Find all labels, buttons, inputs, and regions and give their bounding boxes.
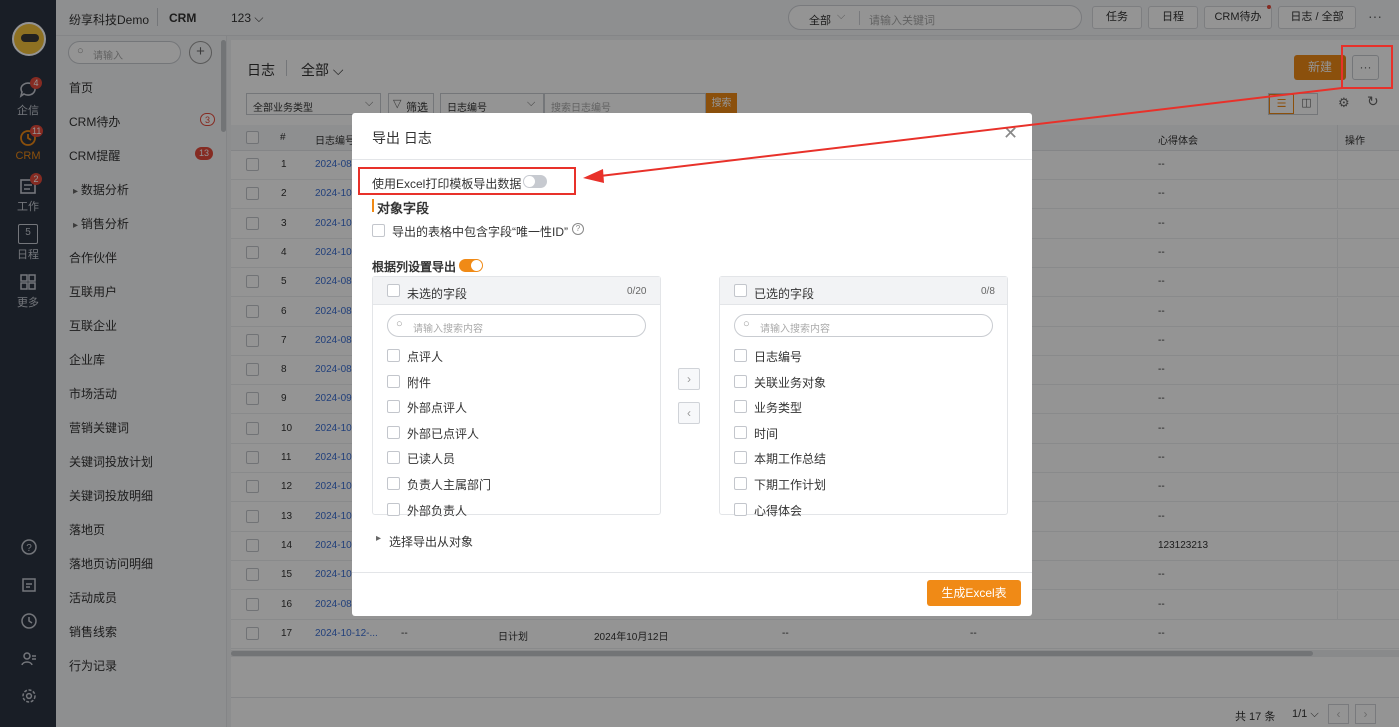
panel-header: 已选的字段 0/8 xyxy=(720,277,1007,305)
selected-search-input[interactable]: ○ 请输入搜索内容 xyxy=(734,314,993,337)
field-option[interactable]: 下期工作计划 xyxy=(734,476,934,492)
unselected-fields-panel: 未选的字段 0/20 ○ 请输入搜索内容 点评人附件外部点评人外部已点评人 已读人… xyxy=(372,276,661,518)
field-option[interactable]: 本期工作总结 xyxy=(734,450,934,466)
field-option[interactable]: 日志编号 xyxy=(734,348,934,364)
field-option[interactable]: 关联业务对象 xyxy=(734,374,934,390)
divider xyxy=(352,572,1032,573)
highlight-box-template-toggle xyxy=(358,167,576,195)
section-title: 对象字段 xyxy=(377,201,430,216)
field-option[interactable]: 点评人 xyxy=(387,348,587,364)
search-icon: ○ xyxy=(743,318,750,330)
help-icon[interactable]: ? xyxy=(572,223,584,235)
sub-object-toggle[interactable]: 选择导出从对象 xyxy=(389,533,473,550)
by-column-toggle[interactable] xyxy=(459,259,483,272)
field-option[interactable]: 外部已点评人 xyxy=(387,425,587,441)
caret-right-icon[interactable]: ▸ xyxy=(376,533,381,544)
unselected-search-input[interactable]: ○ 请输入搜索内容 xyxy=(387,314,646,337)
search-icon: ○ xyxy=(396,318,403,330)
generate-excel-button[interactable]: 生成Excel表 xyxy=(927,580,1021,606)
field-option[interactable]: 附件 xyxy=(387,374,587,390)
field-option[interactable]: 业务类型 xyxy=(734,399,934,415)
field-option[interactable]: 已读人员 xyxy=(387,450,587,466)
panel-header: 未选的字段 0/20 xyxy=(373,277,660,305)
highlight-box-more-button xyxy=(1341,45,1393,89)
select-all-unselected-checkbox[interactable] xyxy=(387,284,400,297)
field-option[interactable]: 心得体会 xyxy=(734,502,934,518)
selected-fields-panel: 已选的字段 0/8 ○ 请输入搜索内容 日志编号关联业务对象 业务类型时间本期工作… xyxy=(719,276,1008,518)
select-all-selected-checkbox[interactable] xyxy=(734,284,747,297)
dialog-title: 导出 日志 xyxy=(372,130,432,146)
toggle-knob xyxy=(471,260,482,271)
close-icon[interactable]: ✕ xyxy=(1003,123,1018,144)
include-unique-id-checkbox[interactable]: 导出的表格中包含字段“唯一性ID” xyxy=(372,223,592,239)
selected-count: 0/8 xyxy=(981,286,995,297)
field-option[interactable]: 时间 xyxy=(734,425,934,441)
section-bar xyxy=(372,199,374,212)
divider xyxy=(352,159,1032,160)
field-option[interactable]: 外部负责人 xyxy=(387,502,587,518)
by-column-label: 根据列设置导出 xyxy=(372,260,457,274)
move-left-button[interactable]: ‹ xyxy=(678,402,700,424)
unselected-count: 0/20 xyxy=(627,286,647,297)
field-option[interactable]: 负责人主属部门 xyxy=(387,476,587,492)
field-option[interactable]: 外部点评人 xyxy=(387,399,587,415)
move-right-button[interactable]: › xyxy=(678,368,700,390)
